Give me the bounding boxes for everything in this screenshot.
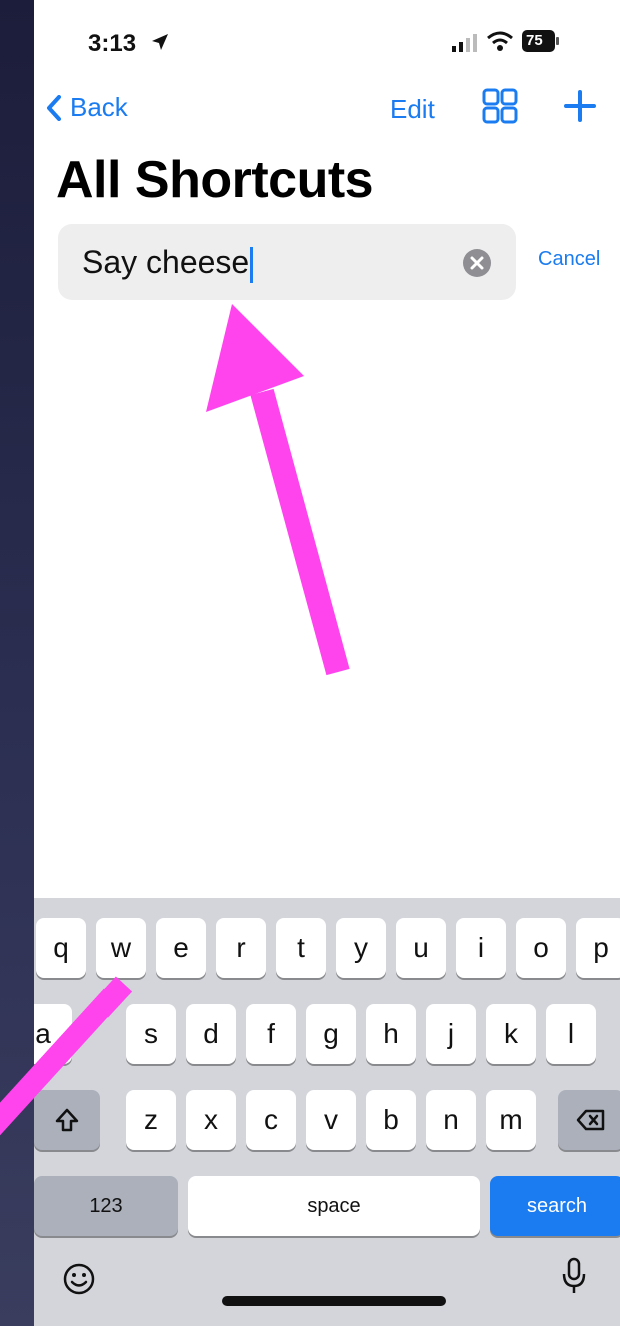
grid-view-icon[interactable] <box>482 88 518 124</box>
key-z[interactable]: z <box>126 1090 176 1150</box>
clear-search-icon[interactable] <box>462 248 492 278</box>
back-label: Back <box>70 92 128 122</box>
key-y[interactable]: y <box>336 918 386 978</box>
key-i[interactable]: i <box>456 918 506 978</box>
key-d[interactable]: d <box>186 1004 236 1064</box>
search-input: Say cheese <box>82 244 254 283</box>
key-e[interactable]: e <box>156 918 206 978</box>
key-m[interactable]: m <box>486 1090 536 1150</box>
phone-screen: 3:13 75 Back Edit All Shortcuts Say chee… <box>34 0 620 1326</box>
shift-arrow-icon <box>55 1108 79 1132</box>
chevron-left-icon <box>47 94 61 121</box>
shift-key[interactable] <box>34 1090 100 1150</box>
numbers-key[interactable]: 123 <box>34 1176 178 1236</box>
key-v[interactable]: v <box>306 1090 356 1150</box>
back-button[interactable]: Back <box>46 92 128 123</box>
key-u[interactable]: u <box>396 918 446 978</box>
cellular-signal-icon <box>452 34 477 52</box>
add-shortcut-icon[interactable] <box>562 88 598 124</box>
location-arrow-icon <box>152 34 168 50</box>
key-b[interactable]: b <box>366 1090 416 1150</box>
key-l[interactable]: l <box>546 1004 596 1064</box>
key-h[interactable]: h <box>366 1004 416 1064</box>
cancel-button[interactable]: Cancel <box>538 248 600 271</box>
key-s[interactable]: s <box>126 1004 176 1064</box>
key-n[interactable]: n <box>426 1090 476 1150</box>
edit-button[interactable]: Edit <box>390 94 435 125</box>
key-c[interactable]: c <box>246 1090 296 1150</box>
status-bar: 3:13 75 <box>34 0 620 80</box>
search-field[interactable]: Say cheese <box>58 224 516 300</box>
delete-key[interactable] <box>558 1090 620 1150</box>
key-p[interactable]: p <box>576 918 620 978</box>
backspace-icon <box>576 1109 605 1131</box>
key-a[interactable]: a <box>34 1004 72 1064</box>
status-time: 3:13 <box>88 30 137 57</box>
battery-level: 75 <box>526 32 543 49</box>
key-r[interactable]: r <box>216 918 266 978</box>
key-f[interactable]: f <box>246 1004 296 1064</box>
microphone-icon[interactable] <box>560 1256 588 1296</box>
key-w[interactable]: w <box>96 918 146 978</box>
key-q[interactable]: q <box>36 918 86 978</box>
space-key[interactable]: space <box>188 1176 480 1236</box>
text-cursor <box>250 246 254 283</box>
key-x[interactable]: x <box>186 1090 236 1150</box>
home-indicator <box>222 1296 446 1306</box>
key-k[interactable]: k <box>486 1004 536 1064</box>
battery-icon: 75 <box>522 30 560 52</box>
wifi-icon <box>487 31 513 51</box>
emoji-icon[interactable] <box>62 1262 96 1296</box>
key-o[interactable]: o <box>516 918 566 978</box>
search-key[interactable]: search <box>490 1176 620 1236</box>
key-g[interactable]: g <box>306 1004 356 1064</box>
keyboard: q w e r t y u i o p a s d f g h j k l z … <box>34 898 620 1326</box>
key-j[interactable]: j <box>426 1004 476 1064</box>
key-t[interactable]: t <box>276 918 326 978</box>
page-title: All Shortcuts <box>56 151 374 209</box>
